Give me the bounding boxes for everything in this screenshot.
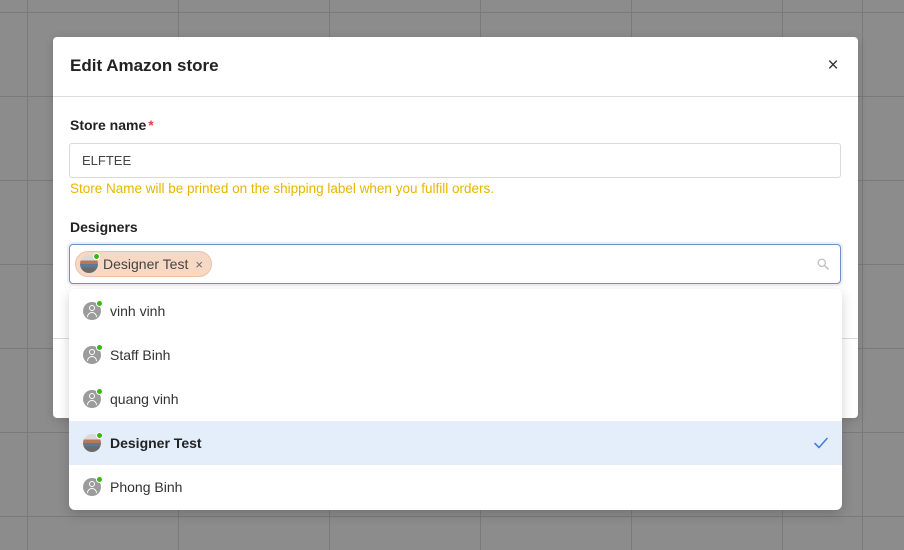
user-avatar-icon bbox=[83, 388, 103, 408]
option-label: Phong Binh bbox=[110, 479, 183, 495]
online-status-dot bbox=[96, 388, 103, 395]
modal-title: Edit Amazon store bbox=[70, 56, 219, 75]
check-icon bbox=[814, 437, 828, 449]
modal-header: Edit Amazon store × bbox=[53, 37, 858, 97]
selected-designer-tag: Designer Test × bbox=[75, 251, 212, 277]
online-status-dot bbox=[96, 476, 103, 483]
store-name-label: Store name * bbox=[70, 117, 154, 133]
online-status-dot bbox=[96, 300, 103, 307]
grid-line bbox=[27, 0, 28, 550]
dropdown-option[interactable]: vinh vinh bbox=[69, 289, 842, 333]
designer-photo-avatar bbox=[83, 432, 103, 452]
designer-photo-avatar bbox=[80, 253, 100, 273]
dropdown-option[interactable]: quang vinh bbox=[69, 377, 842, 421]
required-mark: * bbox=[148, 117, 154, 133]
close-button[interactable]: × bbox=[823, 54, 843, 78]
designers-dropdown: vinh vinh Staff Binh quang vinh Designer… bbox=[69, 289, 842, 510]
search-icon bbox=[817, 258, 829, 270]
online-status-dot bbox=[93, 253, 100, 260]
option-label: vinh vinh bbox=[110, 303, 166, 319]
option-label: Staff Binh bbox=[110, 347, 171, 363]
designers-label: Designers bbox=[70, 219, 138, 235]
close-icon: × bbox=[827, 55, 839, 76]
grid-line bbox=[862, 0, 863, 550]
user-avatar-icon bbox=[83, 300, 103, 320]
designers-select[interactable]: Designer Test × bbox=[69, 244, 841, 284]
option-label: Designer Test bbox=[110, 435, 202, 451]
tag-remove-icon[interactable]: × bbox=[195, 257, 203, 272]
dropdown-option[interactable]: Staff Binh bbox=[69, 333, 842, 377]
user-avatar-icon bbox=[83, 344, 103, 364]
user-avatar-icon bbox=[83, 476, 103, 496]
grid-line bbox=[0, 12, 904, 13]
online-status-dot bbox=[96, 432, 103, 439]
online-status-dot bbox=[96, 344, 103, 351]
dropdown-option-selected[interactable]: Designer Test bbox=[69, 421, 842, 465]
dropdown-option[interactable]: Phong Binh bbox=[69, 465, 842, 509]
option-label: quang vinh bbox=[110, 391, 179, 407]
tag-label: Designer Test bbox=[103, 256, 189, 272]
grid-line bbox=[0, 516, 904, 517]
store-name-input[interactable] bbox=[69, 143, 841, 178]
store-name-help-text: Store Name will be printed on the shippi… bbox=[70, 181, 494, 196]
store-name-label-text: Store name bbox=[70, 117, 147, 133]
